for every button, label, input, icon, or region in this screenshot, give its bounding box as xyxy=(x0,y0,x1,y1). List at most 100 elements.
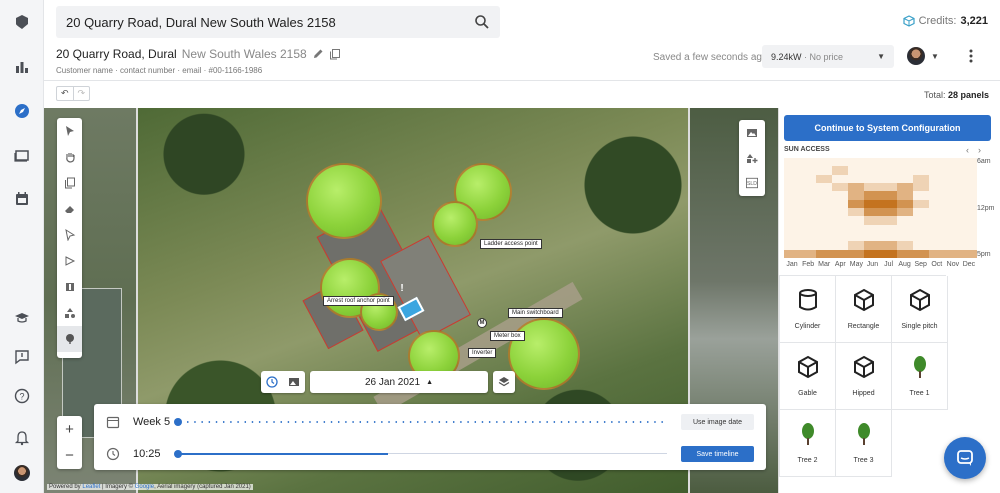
use-image-date-button[interactable]: Use image date xyxy=(681,414,754,430)
tree-model-3[interactable] xyxy=(432,201,478,247)
heatmap-cell xyxy=(816,249,833,258)
label-roof-anchor[interactable]: Arrest roof anchor point xyxy=(323,296,394,306)
heatmap-cell xyxy=(848,158,865,167)
object-tile-hipped[interactable]: Hipped xyxy=(836,343,892,410)
compass-icon[interactable] xyxy=(12,101,32,121)
image-date-icon[interactable] xyxy=(283,371,305,393)
notifications-icon[interactable] xyxy=(12,428,32,448)
layers-icon[interactable] xyxy=(493,371,515,393)
folder-icon[interactable] xyxy=(12,145,32,165)
pointer-outline-icon[interactable] xyxy=(57,222,82,248)
pan-hand-icon[interactable] xyxy=(57,144,82,170)
object-tile-tree-2[interactable]: Tree 2 xyxy=(780,410,836,477)
help-icon[interactable]: ? xyxy=(12,386,32,406)
attribution-suffix: , Aerial imagery (captured Jan 2021) xyxy=(154,484,251,490)
object-tile-tree-3[interactable]: Tree 3 xyxy=(836,410,892,477)
copy-icon[interactable] xyxy=(329,48,341,60)
object-tile-tree-1[interactable]: Tree 1 xyxy=(892,343,948,410)
time-slider-row: 10:25 Save timeline xyxy=(106,444,754,464)
continue-system-config-button[interactable]: Continue to System Configuration xyxy=(784,115,991,141)
save-timeline-button[interactable]: Save timeline xyxy=(681,446,754,462)
caret-down-icon[interactable]: ▼ xyxy=(931,52,939,61)
sld-icon[interactable]: SLD xyxy=(739,170,765,195)
heatmap-month-label: Nov xyxy=(946,261,960,268)
label-inverter[interactable]: Inverter xyxy=(468,348,497,358)
address-search-bar[interactable]: 20 Quarry Road, Dural New South Wales 21… xyxy=(56,6,500,38)
week-slider[interactable] xyxy=(174,418,667,426)
heatmap-cell xyxy=(928,158,945,167)
label-main-switchboard[interactable]: Main switchboard xyxy=(508,308,563,318)
zoom-out-button[interactable]: − xyxy=(57,442,82,468)
sun-access-heatmap xyxy=(784,158,977,258)
heatmap-cell xyxy=(912,232,929,242)
feedback-icon[interactable] xyxy=(12,347,32,367)
time-slider[interactable] xyxy=(174,450,667,458)
undo-icon[interactable]: ↶ xyxy=(57,87,73,100)
week-ticks xyxy=(177,421,667,423)
leaflet-link[interactable]: Leaflet xyxy=(82,484,100,490)
heatmap-cell xyxy=(880,158,897,167)
object-tile-gable[interactable]: Gable xyxy=(780,343,836,410)
credits-value: 3,221 xyxy=(960,15,988,27)
heatmap-cell xyxy=(848,216,865,225)
panel-tool-icon[interactable] xyxy=(57,274,82,300)
shapes-tool-icon[interactable] xyxy=(57,300,82,326)
time-slider-handle[interactable] xyxy=(174,450,182,458)
drawing-toolbar xyxy=(57,118,82,358)
system-size-dropdown[interactable]: 9.24kW · No price ▼ xyxy=(762,45,894,68)
user-avatar[interactable] xyxy=(12,463,32,483)
date-controls: 26 Jan 2021 ▲ xyxy=(261,371,515,393)
heatmap-cell xyxy=(960,158,977,167)
search-icon[interactable] xyxy=(474,14,490,30)
heatmap-cell xyxy=(800,216,817,225)
object-tile-single-pitch[interactable]: Single pitch xyxy=(892,276,948,343)
credits-display[interactable]: Credits: 3,221 xyxy=(902,15,988,27)
analytics-icon[interactable] xyxy=(12,57,32,77)
heatmap-cell xyxy=(944,249,961,258)
calendar-icon[interactable] xyxy=(12,189,32,209)
tree-model-7[interactable] xyxy=(508,318,580,390)
system-price: · No price xyxy=(804,51,844,62)
tree-model-1[interactable] xyxy=(306,163,382,239)
tree-tool-icon[interactable] xyxy=(57,326,82,352)
image-layer-icon[interactable] xyxy=(739,120,765,145)
more-vertical-icon[interactable] xyxy=(966,48,976,64)
date-selector[interactable]: 26 Jan 2021 ▲ xyxy=(310,371,488,393)
redo-icon[interactable]: ↷ xyxy=(72,87,90,100)
meter-marker[interactable]: M xyxy=(477,318,487,328)
chevron-left-icon[interactable]: ‹ xyxy=(966,145,978,155)
search-input[interactable]: 20 Quarry Road, Dural New South Wales 21… xyxy=(66,15,474,30)
chat-support-button[interactable] xyxy=(944,437,986,479)
clock-icon[interactable] xyxy=(261,371,283,393)
object-tile-cylinder[interactable]: Cylinder xyxy=(780,276,836,343)
heatmap-cell xyxy=(944,241,961,250)
pointer-alt-icon[interactable] xyxy=(57,248,82,274)
heatmap-cell xyxy=(832,216,849,225)
week-label: Week 5 xyxy=(133,416,171,428)
week-slider-handle[interactable] xyxy=(174,418,182,426)
object-tile-rectangle[interactable]: Rectangle xyxy=(836,276,892,343)
heatmap-cell xyxy=(944,158,961,167)
copy-tool-icon[interactable] xyxy=(57,170,82,196)
heatmap-cell xyxy=(912,182,929,192)
object-tile-label: Gable xyxy=(798,390,817,397)
learning-icon[interactable] xyxy=(12,308,32,328)
heatmap-cell xyxy=(784,182,801,192)
heatmap-cell xyxy=(960,199,977,208)
label-ladder-access[interactable]: Ladder access point xyxy=(480,239,542,249)
edit-pencil-icon[interactable] xyxy=(312,48,324,60)
logo-icon[interactable] xyxy=(12,12,32,32)
credits-cube-icon xyxy=(902,15,915,27)
chevron-right-icon[interactable]: › xyxy=(978,145,990,155)
heatmap-cell xyxy=(816,241,833,250)
label-meter-box[interactable]: Meter box xyxy=(490,331,525,341)
zoom-in-button[interactable]: + xyxy=(57,416,82,442)
select-tool-icon[interactable] xyxy=(57,118,82,144)
google-link[interactable]: Google xyxy=(135,484,154,490)
heatmap-cell xyxy=(896,249,913,258)
add-object-icon[interactable] xyxy=(739,145,765,170)
account-avatar[interactable] xyxy=(907,47,925,65)
sun-access-nav: ‹› xyxy=(966,145,990,155)
eraser-icon[interactable] xyxy=(57,196,82,222)
hazard-marker-icon[interactable]: ! xyxy=(397,283,407,294)
